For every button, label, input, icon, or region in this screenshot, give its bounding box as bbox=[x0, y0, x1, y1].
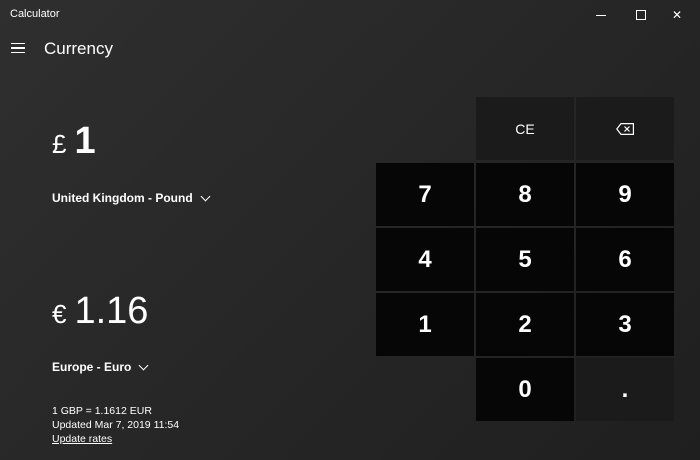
backspace-button[interactable] bbox=[576, 97, 674, 160]
to-currency-symbol: € bbox=[52, 299, 67, 329]
from-amount-display[interactable]: £ 1 bbox=[52, 120, 96, 163]
decimal-point-button[interactable]: . bbox=[576, 358, 674, 421]
to-unit-dropdown[interactable]: Europe - Euro bbox=[52, 360, 149, 374]
app-title: Calculator bbox=[10, 8, 60, 20]
digit-2-button[interactable]: 2 bbox=[476, 293, 574, 356]
digit-5-button[interactable]: 5 bbox=[476, 228, 574, 291]
hamburger-menu-button[interactable] bbox=[4, 34, 32, 62]
digit-6-button[interactable]: 6 bbox=[576, 228, 674, 291]
from-unit-label: United Kingdom - Pound bbox=[52, 191, 193, 205]
update-rates-link[interactable]: Update rates bbox=[52, 432, 179, 446]
digit-1-button[interactable]: 1 bbox=[376, 293, 474, 356]
hamburger-icon-line bbox=[11, 47, 25, 49]
clear-entry-button[interactable]: CE bbox=[476, 97, 574, 160]
digit-3-button[interactable]: 3 bbox=[576, 293, 674, 356]
to-unit-label: Europe - Euro bbox=[52, 360, 132, 374]
hamburger-icon-line bbox=[11, 42, 25, 45]
from-amount-value: 1 bbox=[74, 120, 96, 162]
mode-title: Currency bbox=[44, 39, 113, 58]
digit-0-button[interactable]: 0 bbox=[476, 358, 574, 421]
digit-4-button[interactable]: 4 bbox=[376, 228, 474, 291]
digit-7-button[interactable]: 7 bbox=[376, 163, 474, 226]
digit-9-button[interactable]: 9 bbox=[576, 163, 674, 226]
updated-timestamp: Updated Mar 7, 2019 11:54 bbox=[52, 419, 180, 431]
from-currency-symbol: £ bbox=[52, 129, 67, 159]
rate-info: 1 GBP = 1.1612 EUR Updated Mar 7, 2019 1… bbox=[52, 404, 179, 446]
minimize-icon bbox=[596, 14, 606, 16]
from-unit-dropdown[interactable]: United Kingdom - Pound bbox=[52, 191, 211, 205]
digit-8-button[interactable]: 8 bbox=[476, 163, 574, 226]
chevron-down-icon bbox=[200, 191, 211, 201]
to-amount-display[interactable]: € 1.16 bbox=[52, 290, 148, 333]
close-button[interactable]: ✕ bbox=[654, 0, 700, 30]
title-bar: Calculator ✕ bbox=[0, 0, 700, 30]
clear-entry-label: CE bbox=[515, 120, 535, 137]
backspace-icon bbox=[616, 122, 634, 135]
close-icon: ✕ bbox=[671, 8, 683, 22]
hamburger-icon-line bbox=[11, 51, 25, 54]
app-header: Currency bbox=[0, 30, 700, 70]
chevron-down-icon bbox=[138, 360, 149, 370]
exchange-rate-text: 1 GBP = 1.1612 EUR bbox=[52, 405, 152, 417]
keypad: CE 7 8 9 4 5 6 1 2 3 0 . bbox=[375, 97, 700, 422]
to-amount-value: 1.16 bbox=[74, 290, 149, 332]
maximize-icon bbox=[636, 10, 646, 20]
